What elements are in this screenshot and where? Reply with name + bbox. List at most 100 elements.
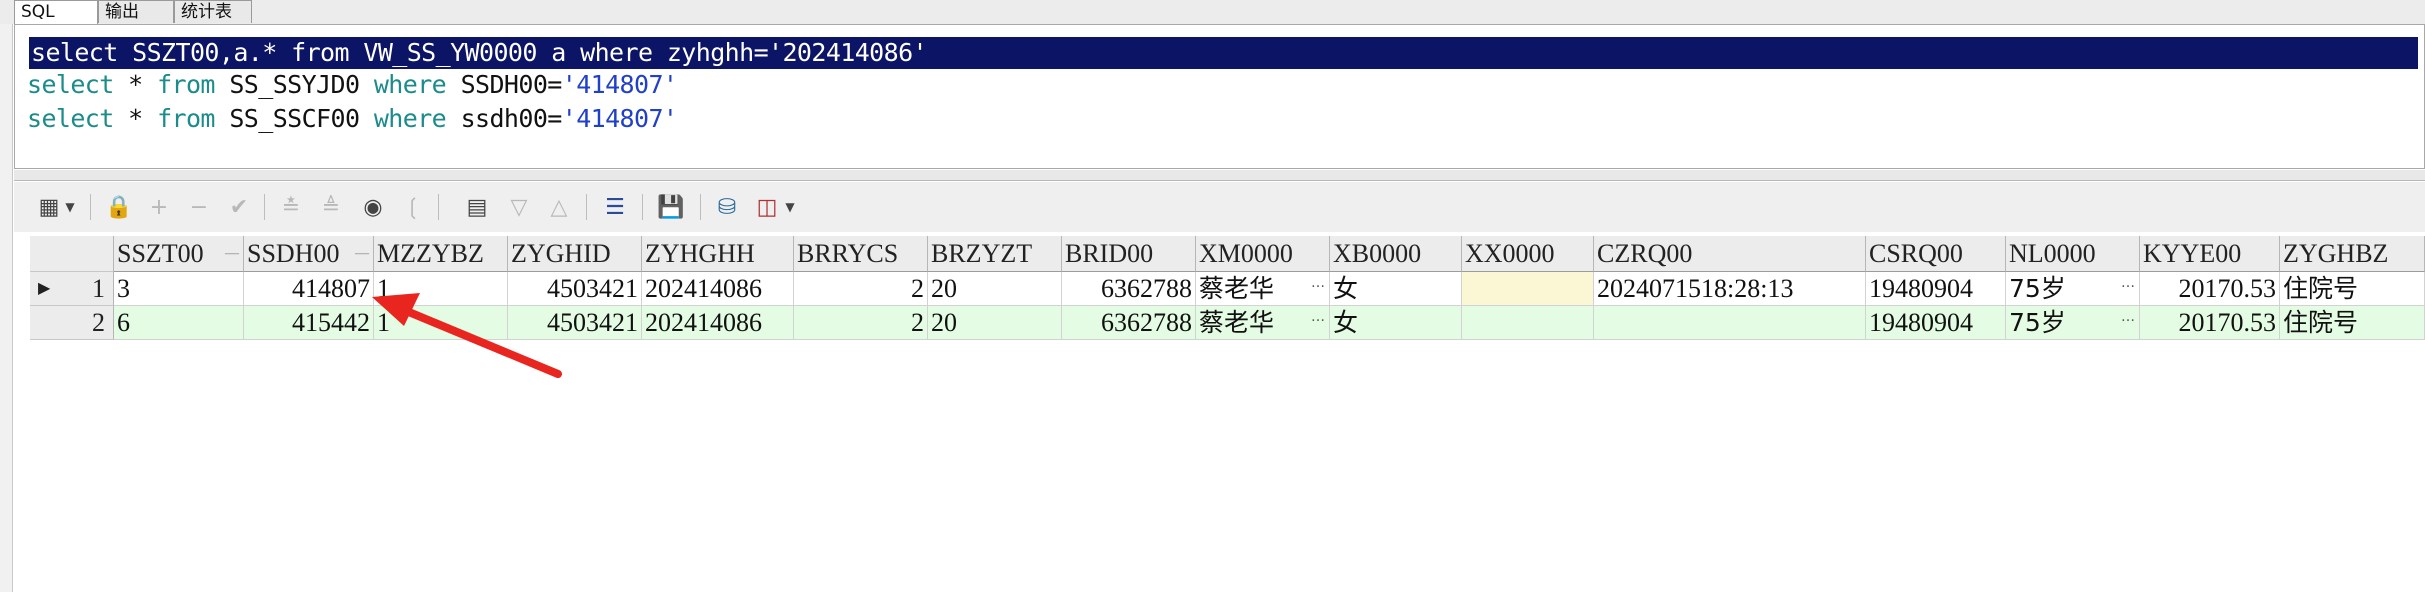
column-header[interactable]: BRID00 [1062,236,1196,272]
save-icon[interactable]: 💾 [656,192,686,222]
export-db-icon[interactable]: ⛁ [712,192,742,222]
grid-cell[interactable]: 19480904 [1866,272,2006,306]
string-literal: '414807' [561,70,678,99]
grid-cell[interactable]: 20 [928,272,1062,306]
keyword: select [27,70,114,99]
grid-cell[interactable]: 6362788 [1062,272,1196,306]
grid-cell[interactable]: 415442 [244,306,374,340]
grid-cell[interactable]: 202414086 [642,306,794,340]
column-header[interactable]: MZZYBZ [374,236,508,272]
sql-text: * [113,104,158,133]
chart-dropdown-icon[interactable]: ▼ [782,192,798,222]
column-header[interactable]: XX0000 [1462,236,1594,272]
column-header[interactable]: SSDH00— [244,236,374,272]
delete-record-icon[interactable]: − [184,192,214,222]
query-icon[interactable]: ▤ [462,192,492,222]
tab-sql[interactable]: SQL [14,0,98,25]
sql-line-1[interactable]: select SSZT00,a.* from VW_SS_YW0000 a wh… [29,37,2418,69]
separator [700,194,701,220]
grid-cell[interactable]: 女 [1330,306,1462,340]
column-header[interactable]: KYYE00 [2140,236,2280,272]
tree-icon[interactable]: ☰ [600,192,630,222]
grid-cell[interactable]: 6 [114,306,244,340]
separator [438,194,439,220]
grid-view-icon[interactable]: ▦ [34,192,64,222]
grid-cell[interactable] [1462,306,1594,340]
grid-cell[interactable]: 4503421 [508,272,642,306]
lock-icon[interactable]: 🔒 [104,192,134,222]
column-header[interactable]: BRZYZT [928,236,1062,272]
grid-cell[interactable]: 3 [114,272,244,306]
grid-cell[interactable]: 2 [794,306,928,340]
keyword: where [373,70,447,99]
sql-editor[interactable]: select SSZT00,a.* from VW_SS_YW0000 a wh… [14,24,2425,169]
grid-cell[interactable]: 女 [1330,272,1462,306]
string-literal: '414807' [561,104,678,133]
sort-asc-icon[interactable]: △ [544,192,574,222]
column-header[interactable]: CSRQ00 [1866,236,2006,272]
filter-icon[interactable]: ≛ [276,192,306,222]
column-header[interactable]: XM0000 [1196,236,1330,272]
grid-cell[interactable]: 202414086 [642,272,794,306]
grid-cell[interactable]: 2 [794,272,928,306]
separator [586,194,587,220]
sql-line-3[interactable]: select * from SS_SSCF00 where ssdh00='41… [27,103,678,135]
grid-toolbar: ▦ ▼ 🔒 + − ✔ ≛ ≜ ◉ ❲ ▤ ▽ △ ☰ 💾 ⛁ ◫ ▼ [14,182,2425,232]
sql-line-2[interactable]: select * from SS_SSYJD0 where SSDH00='41… [27,69,678,101]
sql-text: * [113,70,158,99]
sql-text: SSDH00= [446,70,563,99]
add-record-icon[interactable]: + [144,192,174,222]
grid-cell[interactable]: 住院号 [2280,306,2425,340]
post-icon[interactable]: ✔ [224,192,254,222]
grid-cell[interactable]: 4503421 [508,306,642,340]
separator [264,194,265,220]
tab-output[interactable]: 输出 [98,0,174,23]
column-header[interactable]: BRRYCS [794,236,928,272]
tab-strip: SQL 输出 统计表 [0,0,2425,25]
grid-cell[interactable]: 蔡老华… [1196,272,1330,306]
clear-filter-icon[interactable]: ≜ [316,192,346,222]
grid-corner [30,236,114,272]
grid-cell[interactable]: 6362788 [1062,306,1196,340]
row-indicator[interactable]: 2 [30,306,114,340]
erase-icon[interactable]: ❲ [398,192,428,222]
keyword: where [373,104,447,133]
column-header[interactable]: ZYHGHH [642,236,794,272]
column-header[interactable]: ZYGHBZ [2280,236,2425,272]
current-row-arrow-icon: ▶ [38,280,51,297]
grid-cell[interactable] [1594,306,1866,340]
grid-cell[interactable] [1462,272,1594,306]
separator [90,194,91,220]
keyword: from [157,104,215,133]
grid-cell[interactable]: 414807 [244,272,374,306]
sort-desc-icon[interactable]: ▽ [504,192,534,222]
dropdown-icon[interactable]: ▼ [62,192,78,222]
tab-statistics[interactable]: 统计表 [174,0,252,23]
column-header[interactable]: CZRQ00 [1594,236,1866,272]
grid-cell[interactable]: 2024071518:28:13 [1594,272,1866,306]
keyword: select [27,104,114,133]
grid-cell[interactable]: 1 [374,306,508,340]
column-header[interactable]: SSZT00— [114,236,244,272]
sql-text: SS_SSCF00 [214,104,374,133]
column-header[interactable]: ZYGHID [508,236,642,272]
grid-cell[interactable]: 75岁… [2006,272,2140,306]
grid-cell[interactable]: 75岁… [2006,306,2140,340]
grid-cell[interactable]: 住院号 [2280,272,2425,306]
pane-splitter[interactable] [14,170,2425,181]
keyword: from [157,70,215,99]
left-gutter [0,24,13,592]
grid-cell[interactable]: 1 [374,272,508,306]
grid-cell[interactable]: 20 [928,306,1062,340]
chart-icon[interactable]: ◫ [752,192,782,222]
grid-cell[interactable]: 蔡老华… [1196,306,1330,340]
sql-text: SS_SSYJD0 [214,70,374,99]
column-header[interactable]: XB0000 [1330,236,1462,272]
row-indicator[interactable]: ▶ 1 [30,272,114,306]
grid-cell[interactable]: 19480904 [1866,306,2006,340]
grid-cell[interactable]: 20170.53 [2140,272,2280,306]
column-header[interactable]: NL0000 [2006,236,2140,272]
separator [642,194,643,220]
find-icon[interactable]: ◉ [358,192,388,222]
grid-cell[interactable]: 20170.53 [2140,306,2280,340]
